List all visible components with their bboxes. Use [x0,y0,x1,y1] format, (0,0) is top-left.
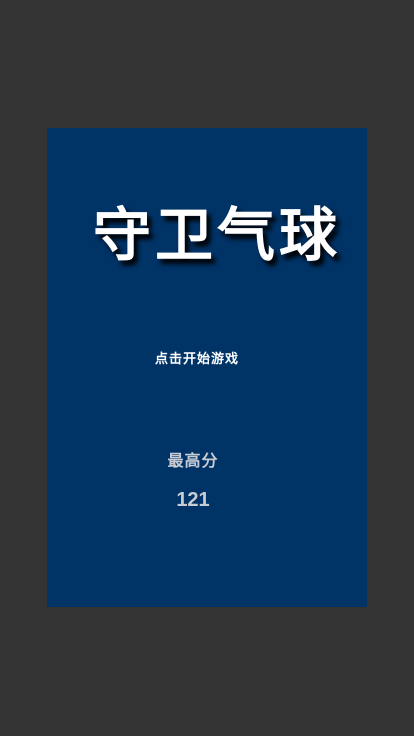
game-title: 守卫气球 [93,201,342,269]
high-score-value: 121 [176,489,210,511]
start-game-button[interactable]: 点击开始游戏 [47,350,367,370]
high-score-label: 最高分 [167,451,219,470]
game-panel[interactable]: 守卫气球 点击开始游戏 最高分 121 [47,128,367,607]
